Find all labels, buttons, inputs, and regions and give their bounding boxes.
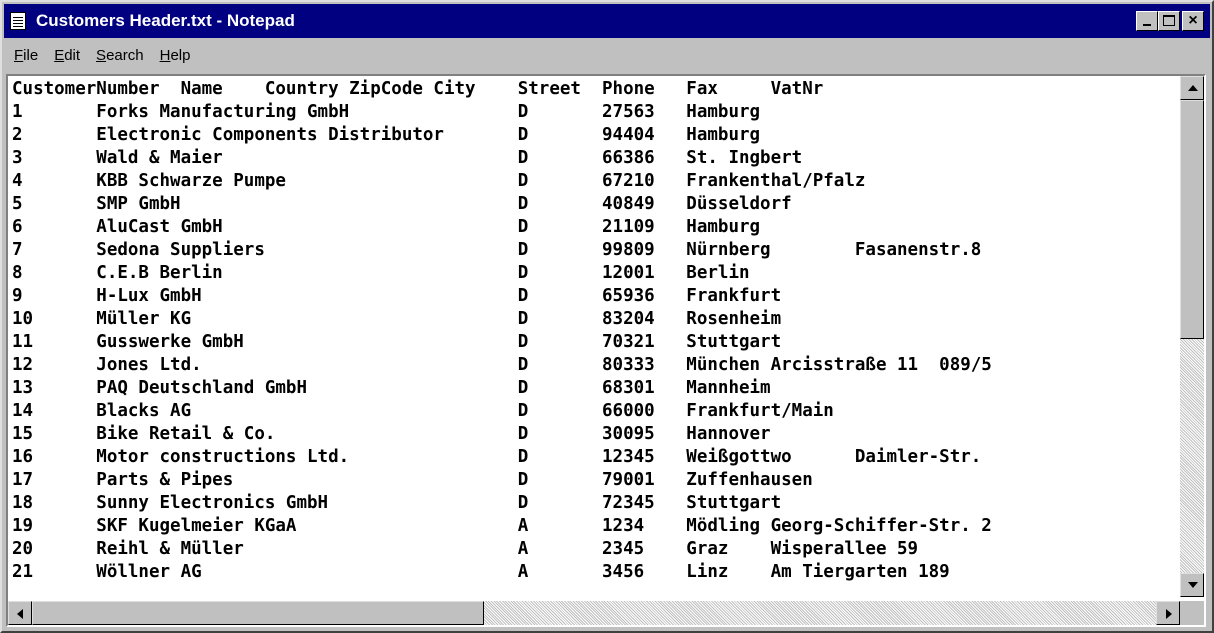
menu-file[interactable]: File xyxy=(8,46,44,66)
menu-search[interactable]: Search xyxy=(90,46,150,66)
menu-help[interactable]: Help xyxy=(154,46,197,66)
title-bar[interactable]: Customers Header.txt - Notepad × xyxy=(4,4,1210,38)
vertical-scroll-thumb[interactable] xyxy=(1180,100,1204,339)
menu-search-label: earch xyxy=(106,47,144,64)
window-title: Customers Header.txt - Notepad xyxy=(36,11,295,30)
text-line: 11 Gusswerke GmbH D 70321 Stuttgart xyxy=(12,332,782,352)
document-text[interactable]: CustomerNumber Name Country ZipCode City… xyxy=(12,78,992,584)
text-line: 12 Jones Ltd. D 80333 München Arcisstraß… xyxy=(12,355,992,375)
header-line: CustomerNumber Name Country ZipCode City… xyxy=(12,79,824,99)
scroll-left-icon[interactable] xyxy=(8,601,32,625)
text-line: 16 Motor constructions Ltd. D 12345 Weiß… xyxy=(12,447,982,467)
menu-file-accel: F xyxy=(14,47,24,64)
text-line: 1 Forks Manufacturing GmbH D 27563 Hambu… xyxy=(12,102,761,122)
scroll-up-icon[interactable] xyxy=(1180,76,1204,100)
editor-client-area: CustomerNumber Name Country ZipCode City… xyxy=(6,74,1206,627)
menu-file-label: ile xyxy=(23,47,39,64)
notepad-app-icon[interactable] xyxy=(10,12,26,30)
menu-search-accel: S xyxy=(96,47,107,64)
horizontal-scrollbar[interactable] xyxy=(8,601,1180,625)
text-line: 7 Sedona Suppliers D 99809 Nürnberg Fasa… xyxy=(12,240,982,260)
text-line: 2 Electronic Components Distributor D 94… xyxy=(12,125,761,145)
maximize-icon[interactable] xyxy=(1158,11,1180,31)
text-line: 4 KBB Schwarze Pumpe D 67210 Frankenthal… xyxy=(12,171,866,191)
menu-help-label: elp xyxy=(170,47,191,64)
vertical-scrollbar[interactable] xyxy=(1180,76,1204,597)
text-line: 20 Reihl & Müller A 2345 Graz Wisperalle… xyxy=(12,539,919,559)
text-line: 3 Wald & Maier D 66386 St. Ingbert xyxy=(12,148,803,168)
text-line: 14 Blacks AG D 66000 Frankfurt/Main xyxy=(12,401,834,421)
text-line: 13 PAQ Deutschland GmbH D 68301 Mannheim xyxy=(12,378,771,398)
text-line: 8 C.E.B Berlin D 12001 Berlin xyxy=(12,263,750,283)
menu-edit-accel: E xyxy=(54,47,65,64)
text-line: 17 Parts & Pipes D 79001 Zuffenhausen xyxy=(12,470,813,490)
text-line: 19 SKF Kugelmeier KGaA A 1234 Mödling Ge… xyxy=(12,516,992,536)
horizontal-scroll-thumb[interactable] xyxy=(32,601,484,625)
window-controls: × xyxy=(1136,11,1204,31)
menu-help-accel: H xyxy=(159,47,171,64)
scroll-down-icon[interactable] xyxy=(1180,573,1204,597)
menu-edit-label: dit xyxy=(64,47,81,64)
notepad-window: Customers Header.txt - Notepad × File Ed… xyxy=(0,0,1214,633)
text-line: 21 Wöllner AG A 3456 Linz Am Tiergarten … xyxy=(12,562,950,582)
text-line: 18 Sunny Electronics GmbH D 72345 Stuttg… xyxy=(12,493,782,513)
close-button[interactable]: × xyxy=(1182,11,1204,31)
size-grip xyxy=(1180,601,1204,625)
menu-edit[interactable]: Edit xyxy=(48,46,86,66)
text-line: 10 Müller KG D 83204 Rosenheim xyxy=(12,309,782,329)
text-line: 6 AluCast GmbH D 21109 Hamburg xyxy=(12,217,761,237)
text-line: 5 SMP GmbH D 40849 Düsseldorf xyxy=(12,194,792,214)
minimize-icon[interactable] xyxy=(1136,11,1158,31)
scroll-right-icon[interactable] xyxy=(1156,601,1180,625)
menu-bar: File Edit Search Help xyxy=(4,40,1210,72)
close-icon: × xyxy=(1188,12,1198,29)
text-line: 15 Bike Retail & Co. D 30095 Hannover xyxy=(12,424,771,444)
text-line: 9 H-Lux GmbH D 65936 Frankfurt xyxy=(12,286,782,306)
text-editor[interactable]: CustomerNumber Name Country ZipCode City… xyxy=(8,76,1180,597)
